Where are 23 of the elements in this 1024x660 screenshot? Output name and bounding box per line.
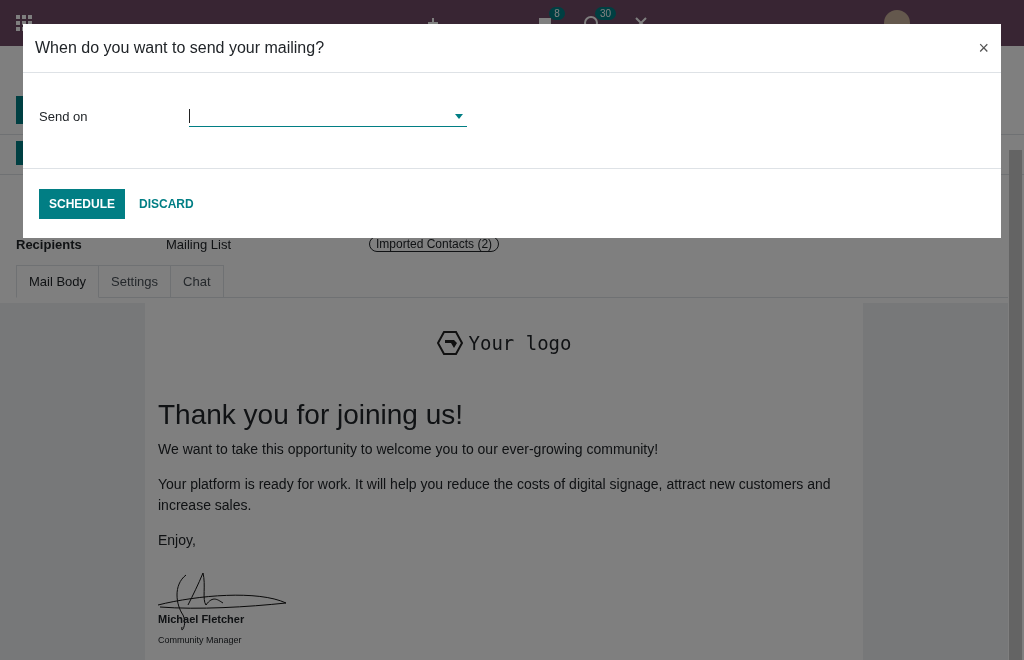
tab[interactable]: Chat — [171, 265, 224, 298]
close-button[interactable]: × — [978, 37, 989, 59]
activity-count-badge: 30 — [594, 7, 616, 20]
field-label: Send on — [39, 109, 89, 124]
email-paragraph: Your platform is ready for work. It will help you reduce the costs of digital signage, attract new customers and increase sales. — [158, 475, 832, 515]
date-input-field[interactable] — [189, 106, 467, 127]
email-paragraph: We want to take this opportunity to welcome you to our ever-growing community! — [158, 440, 660, 459]
field-value[interactable]: Mailing List — [166, 236, 369, 252]
dropdown-caret-icon[interactable] — [455, 113, 463, 119]
logo-icon — [436, 331, 463, 355]
logo-text: Your logo — [468, 332, 572, 354]
signer-name: Michael Fletcher — [158, 613, 246, 625]
discard-button[interactable]: DISCARD — [129, 188, 204, 219]
schedule-button[interactable]: SCHEDULE — [39, 188, 125, 219]
tab[interactable]: Mail Body — [16, 265, 100, 298]
tab[interactable]: Settings — [99, 265, 172, 298]
field-label: Recipients — [16, 236, 83, 252]
scrollbar[interactable] — [1009, 150, 1022, 660]
dialog-title: When do you want to send your mailing? — [35, 39, 325, 57]
signer-role: Community Manager — [158, 635, 243, 645]
email-paragraph: Enjoy, — [158, 531, 197, 550]
email-heading: Thank you for joining us! — [158, 399, 465, 431]
message-count-badge: 8 — [549, 7, 565, 20]
